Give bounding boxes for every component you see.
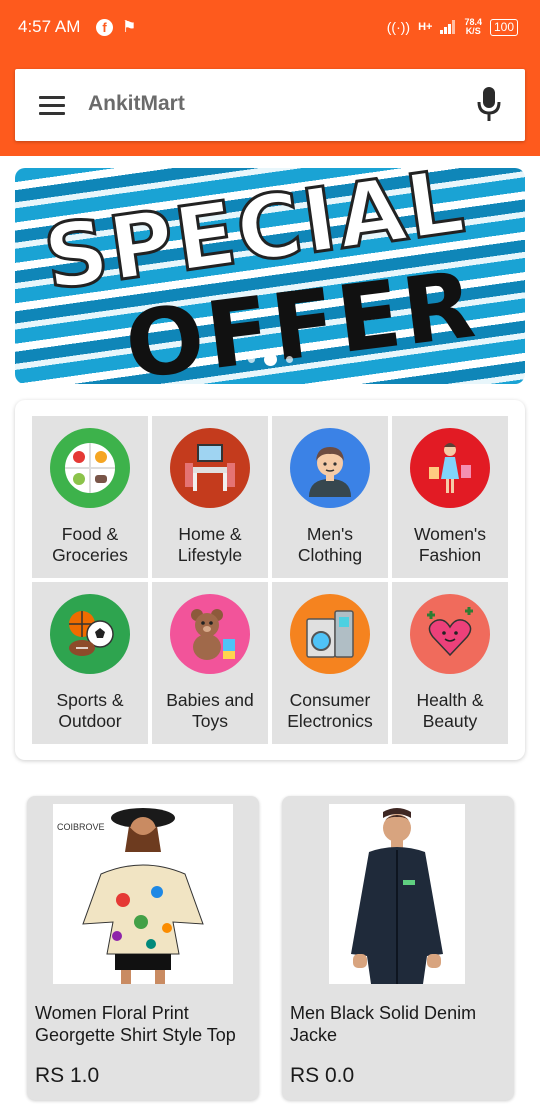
brand-logo: COIBROVE [57, 822, 105, 832]
category-babies-toys[interactable]: Babies and Toys [152, 582, 268, 744]
product-card[interactable]: COIBROVE Women Floral Print Georgette Sh… [27, 796, 259, 1100]
category-consumer-electronics[interactable]: Consumer Electronics [272, 582, 388, 744]
carousel-indicator [15, 353, 525, 366]
network-indicator: H+ [418, 21, 433, 33]
man-avatar-icon [290, 428, 370, 508]
product-image-denim-jacket [329, 804, 465, 984]
category-label: Home & Lifestyle [177, 524, 243, 565]
sports-balls-icon [50, 594, 130, 674]
status-bar: 4:57 AM f ⚑ ((·)) H+ 78.4 K/S 100 [0, 0, 540, 56]
food-plate-icon [50, 428, 130, 508]
teddy-bear-icon [170, 594, 250, 674]
battery-indicator: 100 [489, 18, 518, 36]
product-name: Women Floral Print Georgette Shirt Style… [35, 1003, 236, 1045]
category-label: Consumer Electronics [287, 690, 373, 731]
category-label: Food & Groceries [52, 524, 128, 565]
search-bar[interactable]: AnkitMart [15, 69, 525, 141]
carousel-dot[interactable] [285, 356, 293, 363]
category-food-groceries[interactable]: Food & Groceries [32, 416, 148, 578]
status-time: 4:57 AM [18, 17, 81, 36]
category-label: Men's Clothing [297, 524, 363, 565]
category-womens-fashion[interactable]: Women's Fashion [392, 416, 508, 578]
category-home-lifestyle[interactable]: Home & Lifestyle [152, 416, 268, 578]
hamburger-menu-icon[interactable] [39, 96, 65, 115]
flask-notification-icon: ⚑ [122, 19, 137, 36]
product-name: Men Black Solid Denim Jacke [290, 1003, 477, 1045]
category-card: Food & Groceries Home & Lifestyle Men's … [15, 400, 525, 760]
heart-muscle-icon [410, 594, 490, 674]
network-speed: 78.4 K/S [464, 17, 482, 36]
carousel-dot[interactable] [247, 356, 255, 363]
category-label: Sports & Outdoor [56, 690, 124, 731]
app-title: AnkitMart [88, 92, 185, 115]
banner-text: SPECIAL OFFER [25, 168, 515, 384]
product-card[interactable]: Men Black Solid Denim Jacke RS 0.0 [282, 796, 514, 1100]
product-price: RS 0.0 [290, 1064, 355, 1087]
signal-icon [440, 20, 456, 34]
category-label: Health & Beauty [416, 690, 484, 731]
special-offer-banner[interactable]: SPECIAL OFFER [15, 168, 525, 384]
hotspot-icon: ((·)) [386, 19, 411, 35]
category-health-beauty[interactable]: Health & Beauty [392, 582, 508, 744]
carousel-dot-active[interactable] [263, 353, 277, 366]
top-app-bar: 4:57 AM f ⚑ ((·)) H+ 78.4 K/S 100 AnkitM… [0, 0, 540, 156]
microphone-icon[interactable] [477, 87, 501, 123]
category-grid: Food & Groceries Home & Lifestyle Men's … [32, 416, 509, 744]
category-sports-outdoor[interactable]: Sports & Outdoor [32, 582, 148, 744]
category-mens-clothing[interactable]: Men's Clothing [272, 416, 388, 578]
facebook-notification-icon: f [96, 19, 113, 36]
category-label: Babies and Toys [166, 690, 254, 731]
product-price: RS 1.0 [35, 1064, 100, 1087]
category-label: Women's Fashion [413, 524, 487, 565]
woman-shopping-icon [410, 428, 490, 508]
appliances-icon [290, 594, 370, 674]
dining-room-icon [170, 428, 250, 508]
product-image-floral-top: COIBROVE [53, 804, 233, 984]
